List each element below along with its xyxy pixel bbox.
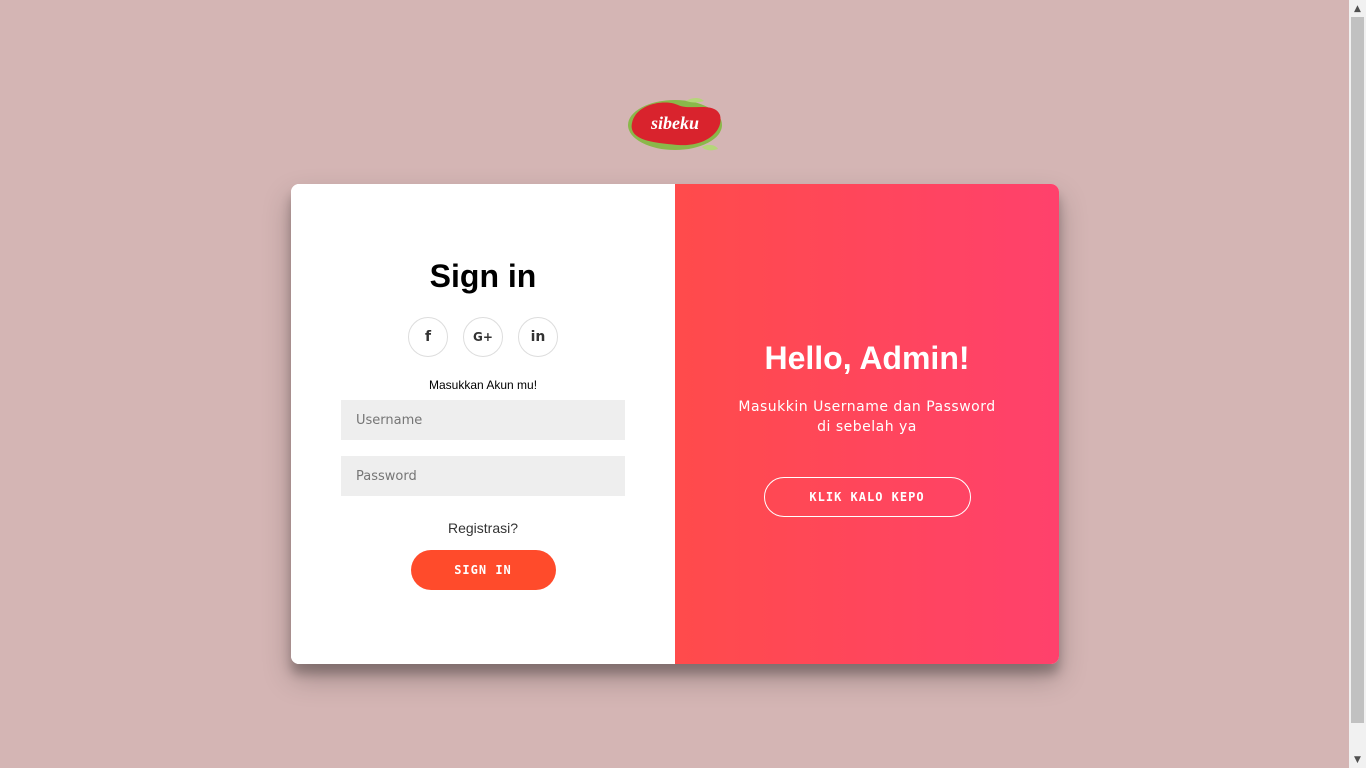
overlay-text: Masukkin Username dan Password di sebela…	[738, 399, 996, 435]
login-page: sibeku Sign in f G+ in Masukkan Akun mu!…	[0, 0, 1366, 768]
vertical-scrollbar[interactable]: ▲ ▼	[1349, 0, 1366, 768]
social-buttons: f G+ in	[408, 317, 558, 357]
login-card: Sign in f G+ in Masukkan Akun mu! Regist…	[291, 184, 1059, 664]
overlay-panel: Hello, Admin! Masukkin Username dan Pass…	[675, 184, 1059, 664]
sibeku-logo: sibeku	[626, 95, 724, 153]
instruction-text: Masukkan Akun mu!	[428, 378, 538, 392]
signin-panel: Sign in f G+ in Masukkan Akun mu! Regist…	[291, 184, 675, 664]
username-input[interactable]	[341, 400, 625, 440]
google-plus-icon: G+	[473, 330, 493, 344]
overlay-title: Hello, Admin!	[764, 340, 970, 376]
facebook-icon: f	[424, 329, 432, 345]
linkedin-icon: in	[530, 329, 546, 345]
register-link[interactable]: Registrasi?	[448, 520, 518, 536]
scroll-down-icon[interactable]: ▼	[1349, 751, 1366, 768]
password-input[interactable]	[341, 456, 625, 496]
scroll-thumb[interactable]	[1351, 17, 1364, 723]
signin-button[interactable]: SIGN IN	[410, 550, 556, 590]
google-plus-button[interactable]: G+	[463, 317, 503, 357]
logo-graphic: sibeku	[628, 98, 722, 151]
scroll-up-icon[interactable]: ▲	[1349, 0, 1366, 17]
linkedin-button[interactable]: in	[518, 317, 558, 357]
logo-text: sibeku	[650, 113, 699, 133]
signin-title: Sign in	[429, 258, 537, 294]
klik-kalo-kepo-button[interactable]: KLIK KALO KEPO	[763, 477, 971, 517]
facebook-button[interactable]: f	[408, 317, 448, 357]
